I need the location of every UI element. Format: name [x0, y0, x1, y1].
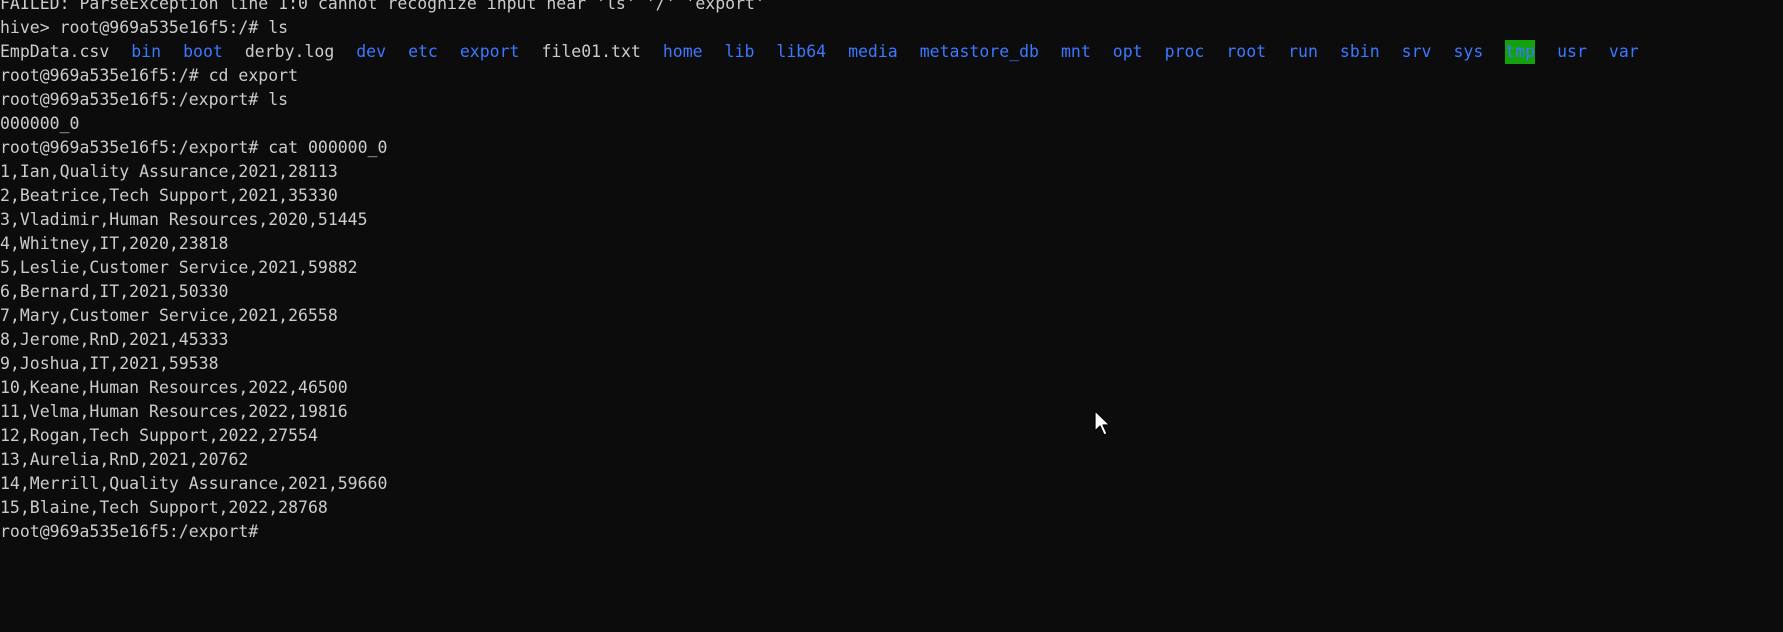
terminal-line: 4,Whitney,IT,2020,23818	[0, 234, 229, 253]
terminal-line: 13,Aurelia,RnD,2021,20762	[0, 450, 249, 469]
terminal-line: root@969a535e16f5:/export# cat 000000_0	[0, 138, 388, 157]
ls-entry-etc: etc	[408, 42, 438, 61]
ls-entry-lib: lib	[724, 42, 755, 61]
terminal-line: 14,Merrill,Quality Assurance,2021,59660	[0, 474, 388, 493]
ls-entry-home: home	[662, 42, 703, 61]
ls-entry-sbin: sbin	[1339, 42, 1380, 61]
ls-entry-empdata-csv: EmpData.csv	[0, 42, 110, 61]
terminal-line: 6,Bernard,IT,2021,50330	[0, 282, 229, 301]
mouse-pointer-icon	[1094, 410, 1111, 436]
ls-entry-media: media	[848, 42, 898, 61]
ls-entry-export: export	[459, 42, 520, 61]
ls-entry-mnt: mnt	[1060, 42, 1091, 61]
terminal-line: 11,Velma,Human Resources,2022,19816	[0, 402, 348, 421]
terminal-line: 10,Keane,Human Resources,2022,46500	[0, 378, 348, 397]
terminal-line: 15,Blaine,Tech Support,2022,28768	[0, 498, 328, 517]
ls-entry-bin: bin	[131, 42, 162, 61]
terminal-output: FAILED: ParseException line 1:0 cannot r…	[0, 0, 1661, 544]
terminal-line: root@969a535e16f5:/export#	[0, 522, 259, 541]
ls-entry-sys: sys	[1453, 42, 1484, 61]
ls-entry-run: run	[1288, 42, 1318, 61]
ls-entry-dev: dev	[356, 42, 387, 61]
ls-entry-lib64: lib64	[776, 42, 827, 61]
ls-entry-usr: usr	[1557, 42, 1587, 61]
terminal-line: 12,Rogan,Tech Support,2022,27554	[0, 426, 318, 445]
ls-entry-root: root	[1226, 42, 1267, 61]
terminal-line: root@969a535e16f5:/# cd export	[0, 66, 299, 85]
ls-output-row: EmpData.csv bin boot derby.log dev etc export f…	[0, 40, 1661, 64]
ls-entry-derby-log: derby.log	[244, 42, 335, 61]
ls-entry-srv: srv	[1401, 42, 1432, 61]
ls-entry-boot: boot	[183, 42, 223, 61]
terminal-line: 2,Beatrice,Tech Support,2021,35330	[0, 186, 338, 205]
terminal-line: 000000_0	[0, 114, 80, 133]
terminal-line: 9,Joshua,IT,2021,59538	[0, 354, 219, 373]
ls-entry-tmp: tmp	[1505, 40, 1536, 64]
ls-entry-metastore-db: metastore_db	[919, 42, 1039, 61]
ls-entry-proc: proc	[1164, 42, 1205, 61]
terminal-line: 8,Jerome,RnD,2021,45333	[0, 330, 229, 349]
ls-entry-file01-txt: file01.txt	[541, 42, 641, 61]
terminal-line-partial: FAILED: ParseException line 1:0 cannot r…	[0, 0, 765, 13]
ls-entry-var: var	[1608, 42, 1639, 61]
terminal-line: 5,Leslie,Customer Service,2021,59882	[0, 258, 358, 277]
ls-entry-opt: opt	[1112, 42, 1143, 61]
terminal-line: 3,Vladimir,Human Resources,2020,51445	[0, 210, 368, 229]
terminal-line: 7,Mary,Customer Service,2021,26558	[0, 306, 338, 325]
terminal-window[interactable]: FAILED: ParseException line 1:0 cannot r…	[0, 0, 1783, 632]
terminal-line: root@969a535e16f5:/export# ls	[0, 90, 289, 109]
terminal-line: hive> root@969a535e16f5:/# ls	[0, 18, 289, 37]
terminal-line: 1,Ian,Quality Assurance,2021,28113	[0, 162, 338, 181]
